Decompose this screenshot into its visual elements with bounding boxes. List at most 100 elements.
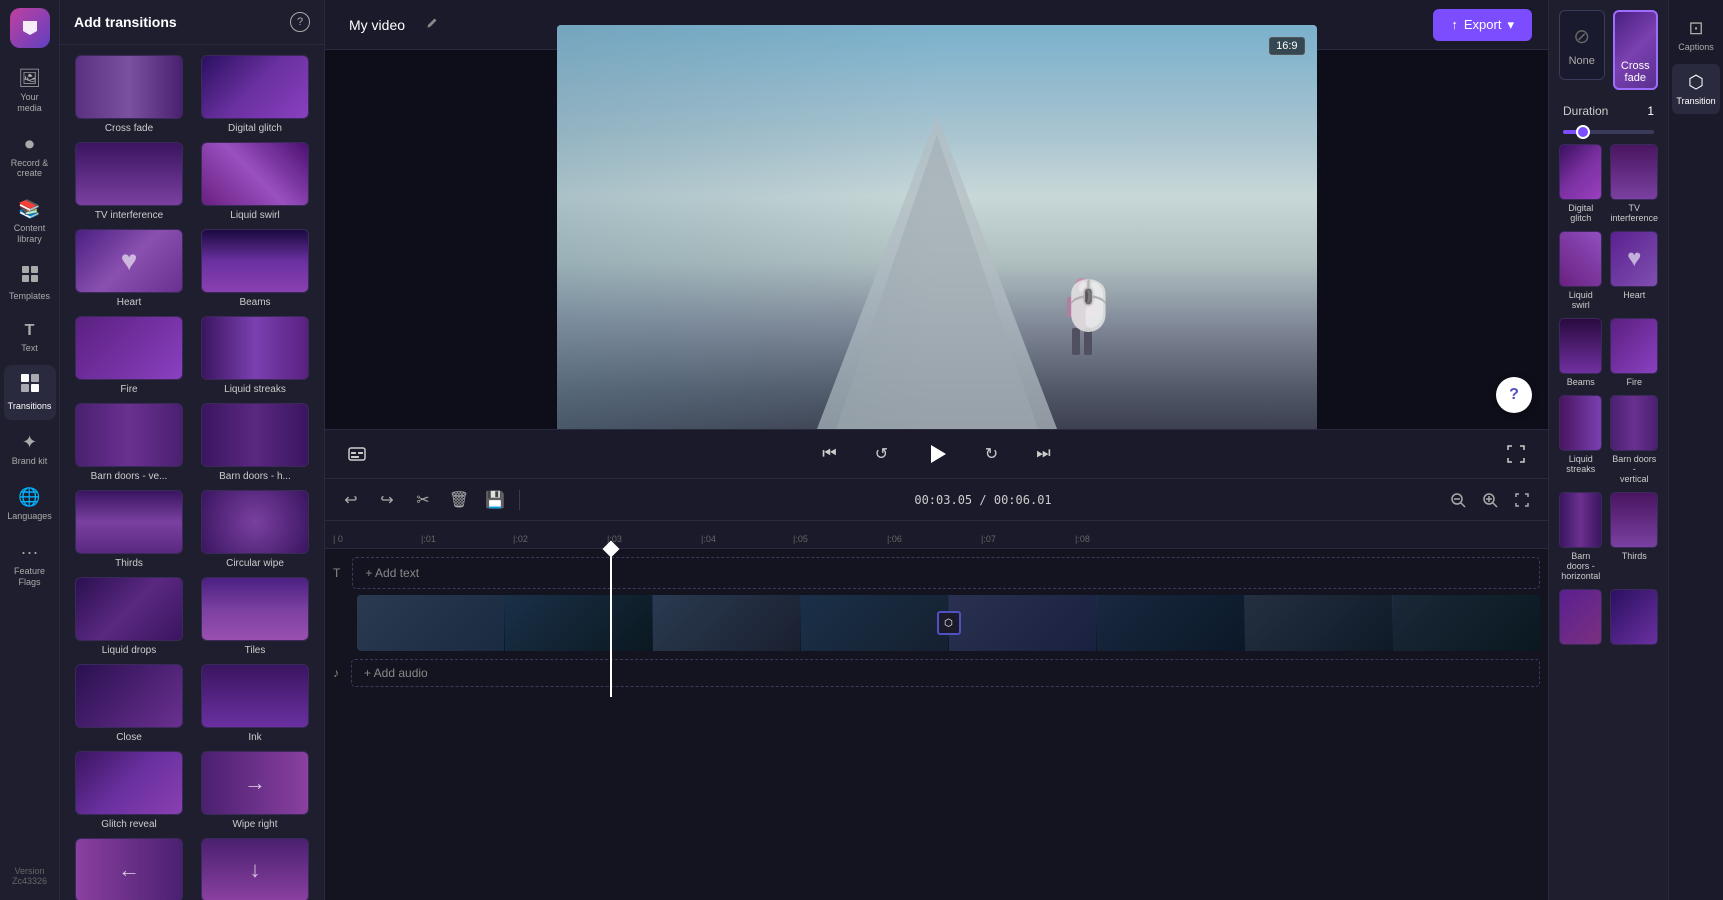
right-thumb-tv-interference: [1610, 144, 1658, 200]
right-trans-barn-doors-v[interactable]: Barn doors -vertical: [1610, 395, 1658, 484]
main-area: My video ↑ Export ▾: [325, 0, 1548, 900]
transition-item-barn-doors-h[interactable]: Barn doors - h...: [196, 403, 314, 482]
undo-button[interactable]: ↩: [337, 486, 365, 514]
transition-item-thirds[interactable]: Thirds: [70, 490, 188, 569]
transition-item-close[interactable]: Close: [70, 664, 188, 743]
sidebar-item-languages[interactable]: 🌐 Languages: [4, 479, 56, 530]
transition-item-liquid-drops[interactable]: Liquid drops: [70, 577, 188, 656]
export-dropdown-icon: ▾: [1507, 17, 1514, 33]
fullscreen-button[interactable]: [1500, 438, 1532, 470]
transition-selection-grid: ⊘ None Cross fade: [1559, 10, 1658, 90]
feature-flags-icon: ···: [21, 542, 39, 563]
transition-thumb-wipe-down: ↓: [201, 838, 309, 900]
playhead[interactable]: [610, 549, 612, 697]
transition-item-wipe-down[interactable]: ↓ Wipe down: [196, 838, 314, 900]
right-trans-beams[interactable]: Beams: [1559, 318, 1602, 387]
transition-item-tv-interference[interactable]: TV interference: [70, 142, 188, 221]
duration-slider[interactable]: [1563, 130, 1654, 134]
right-thumb-fire: [1610, 318, 1658, 374]
right-transitions-grid: Digital glitch TV interference Liquid sw…: [1559, 144, 1658, 648]
right-thumb-extra1: [1559, 589, 1602, 645]
add-text-button[interactable]: + Add text: [352, 557, 1540, 589]
timeline-time-display: 00:03.05 / 00:06.01: [530, 493, 1436, 507]
sidebar-item-brand-kit[interactable]: ✦ Brand kit: [4, 424, 56, 475]
video-container: 16:9 ? 🖱️: [325, 50, 1548, 429]
right-trans-barn-doors-h[interactable]: Barn doors -horizontal: [1559, 492, 1602, 581]
none-label: None: [1569, 55, 1595, 67]
right-trans-tv-interference[interactable]: TV interference: [1610, 144, 1658, 223]
cut-button[interactable]: ✂: [409, 486, 437, 514]
transition-item-heart[interactable]: ♥ Heart: [70, 229, 188, 308]
transition-tab[interactable]: ⬡ Transition: [1672, 64, 1719, 114]
toolbar-separator: [519, 490, 520, 510]
transition-item-tiles[interactable]: Tiles: [196, 577, 314, 656]
transition-item-liquid-swirl[interactable]: Liquid swirl: [196, 142, 314, 221]
transition-label-cross-fade: Cross fade: [105, 123, 153, 134]
right-trans-heart[interactable]: ♥ Heart: [1610, 231, 1658, 310]
save-button[interactable]: 💾: [481, 486, 509, 514]
timeline-ruler: | 0 |:01 |:02 |:03 |:04 |:05 |:06 |:07 |…: [325, 521, 1548, 549]
sidebar-item-text[interactable]: T Text: [4, 314, 56, 362]
video-track[interactable]: ⬡: [357, 595, 1540, 651]
right-trans-extra2[interactable]: [1610, 589, 1658, 648]
transition-item-ink[interactable]: Ink: [196, 664, 314, 743]
cross-fade-selected[interactable]: Cross fade: [1613, 10, 1659, 90]
title-edit-icon[interactable]: [425, 16, 439, 33]
export-button[interactable]: ↑ Export ▾: [1433, 9, 1532, 41]
transition-item-beams[interactable]: Beams: [196, 229, 314, 308]
skip-to-start-button[interactable]: ⏮: [814, 438, 846, 470]
current-time: 00:03.05: [914, 493, 972, 507]
transition-label-ink: Ink: [248, 732, 261, 743]
transition-item-circular-wipe[interactable]: Circular wipe: [196, 490, 314, 569]
transition-item-cross-fade[interactable]: Cross fade: [70, 55, 188, 134]
duration-slider-container[interactable]: [1559, 130, 1658, 134]
captions-tab[interactable]: ⊡ Captions: [1674, 10, 1718, 60]
forward-5s-button[interactable]: ↻: [976, 438, 1008, 470]
right-trans-extra1[interactable]: [1559, 589, 1602, 648]
right-thumb-barn-doors-h: [1559, 492, 1602, 548]
sidebar-item-record-create[interactable]: ⏺ Record &create: [4, 126, 56, 188]
timeline-tracks: T + Add text: [325, 549, 1548, 697]
transition-item-glitch-reveal[interactable]: Glitch reveal: [70, 751, 188, 830]
right-trans-fire[interactable]: Fire: [1610, 318, 1658, 387]
languages-icon: 🌐: [18, 487, 40, 508]
sidebar-item-feature-flags[interactable]: ··· FeatureFlags: [4, 534, 56, 596]
transition-item-wipe-left[interactable]: ← Wipe left: [70, 838, 188, 900]
rewind-5s-button[interactable]: ↺: [866, 438, 898, 470]
content-library-icon: 📚: [18, 199, 40, 220]
right-trans-digital-glitch[interactable]: Digital glitch: [1559, 144, 1602, 223]
slider-thumb[interactable]: [1576, 125, 1590, 139]
right-thumb-beams: [1559, 318, 1602, 374]
playback-controls: ⏮ ↺ ↻ ⏭: [325, 429, 1548, 479]
zoom-out-button[interactable]: [1444, 486, 1472, 514]
none-transition-item[interactable]: ⊘ None: [1559, 10, 1605, 80]
project-title[interactable]: My video: [341, 13, 413, 37]
skip-to-end-button[interactable]: ⏭: [1028, 438, 1060, 470]
sidebar-item-transitions[interactable]: Transitions: [4, 365, 56, 420]
transition-marker[interactable]: ⬡: [937, 611, 961, 635]
transition-item-fire[interactable]: Fire: [70, 316, 188, 395]
add-audio-button[interactable]: + Add audio: [351, 659, 1540, 687]
delete-button[interactable]: 🗑: [445, 486, 473, 514]
record-icon: ⏺: [25, 134, 34, 155]
right-trans-liquid-swirl[interactable]: Liquid swirl: [1559, 231, 1602, 310]
right-trans-liquid-streaks[interactable]: Liquid streaks: [1559, 395, 1602, 484]
help-icon-panel[interactable]: ?: [290, 12, 310, 32]
zoom-in-button[interactable]: [1476, 486, 1504, 514]
transition-item-wipe-right[interactable]: → Wipe right: [196, 751, 314, 830]
transition-item-barn-doors-v[interactable]: Barn doors - ve...: [70, 403, 188, 482]
redo-button[interactable]: ↪: [373, 486, 401, 514]
ruler-mark-07: |:07: [981, 534, 996, 544]
transition-label-wipe-right: Wipe right: [232, 819, 277, 830]
captions-toggle-button[interactable]: [341, 438, 373, 470]
help-button[interactable]: ?: [1496, 377, 1532, 413]
sidebar-item-content-library[interactable]: 📚 Contentlibrary: [4, 191, 56, 253]
sidebar-item-templates[interactable]: Templates: [4, 257, 56, 310]
transition-label-circular-wipe: Circular wipe: [226, 558, 284, 569]
right-trans-thirds[interactable]: Thirds: [1610, 492, 1658, 581]
fit-timeline-button[interactable]: [1508, 486, 1536, 514]
play-pause-button[interactable]: [918, 435, 956, 473]
sidebar-item-your-media[interactable]: 🖼 Your media: [4, 60, 56, 122]
transition-item-liquid-streaks[interactable]: Liquid streaks: [196, 316, 314, 395]
transition-item-digital-glitch[interactable]: Digital glitch: [196, 55, 314, 134]
